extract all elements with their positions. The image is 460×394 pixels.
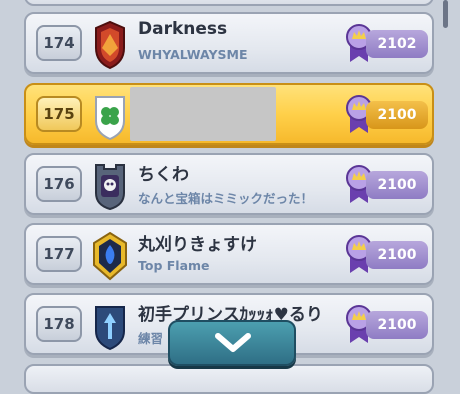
player-name: 丸刈りきょすけ — [138, 235, 257, 255]
scrollbar[interactable] — [443, 0, 448, 28]
rank-label: 177 — [36, 236, 82, 272]
flame-badge-icon — [90, 20, 130, 70]
player-name: Darkness — [138, 19, 228, 39]
clan-name: 練習 — [138, 331, 164, 346]
trophy-count: 2102 — [366, 30, 428, 58]
list-item-177[interactable]: 177 丸刈りきょすけ Top Flame 2100 — [24, 223, 434, 285]
rank-label: 176 — [36, 166, 82, 202]
clan-name: Top Flame — [138, 258, 210, 273]
list-item-175[interactable]: 175 2100 — [24, 83, 434, 145]
leaderboard-list: 174 Darkness WHYALWAYSME 2102 175 2100 1… — [0, 0, 460, 394]
list-item-176[interactable]: 176 ちくわ なんと宝箱はミミックだった！ 2100 — [24, 153, 434, 215]
player-name: ちくわ — [138, 165, 189, 185]
list-item — [24, 0, 434, 6]
list-item-174[interactable]: 174 Darkness WHYALWAYSME 2102 — [24, 12, 434, 74]
trophy-count: 2100 — [366, 241, 428, 269]
scroll-down-button[interactable] — [168, 320, 296, 366]
trophy-count: 2100 — [366, 171, 428, 199]
fire-badge-icon — [90, 231, 130, 281]
rank-label: 178 — [36, 306, 82, 342]
clan-name: なんと宝箱はミミックだった！ — [138, 191, 314, 206]
rank-label: 174 — [36, 25, 82, 61]
clan-name: WHYALWAYSME — [138, 47, 248, 62]
redacted-name — [130, 87, 276, 141]
list-item — [24, 364, 434, 394]
rank-label: 175 — [36, 96, 82, 132]
clover-badge-icon — [90, 91, 130, 141]
trophy-count: 2100 — [366, 311, 428, 339]
trophy-count: 2100 — [366, 101, 428, 129]
chevron-down-icon — [215, 333, 251, 352]
skull-badge-icon — [90, 161, 130, 211]
arrow-badge-icon — [90, 301, 130, 351]
